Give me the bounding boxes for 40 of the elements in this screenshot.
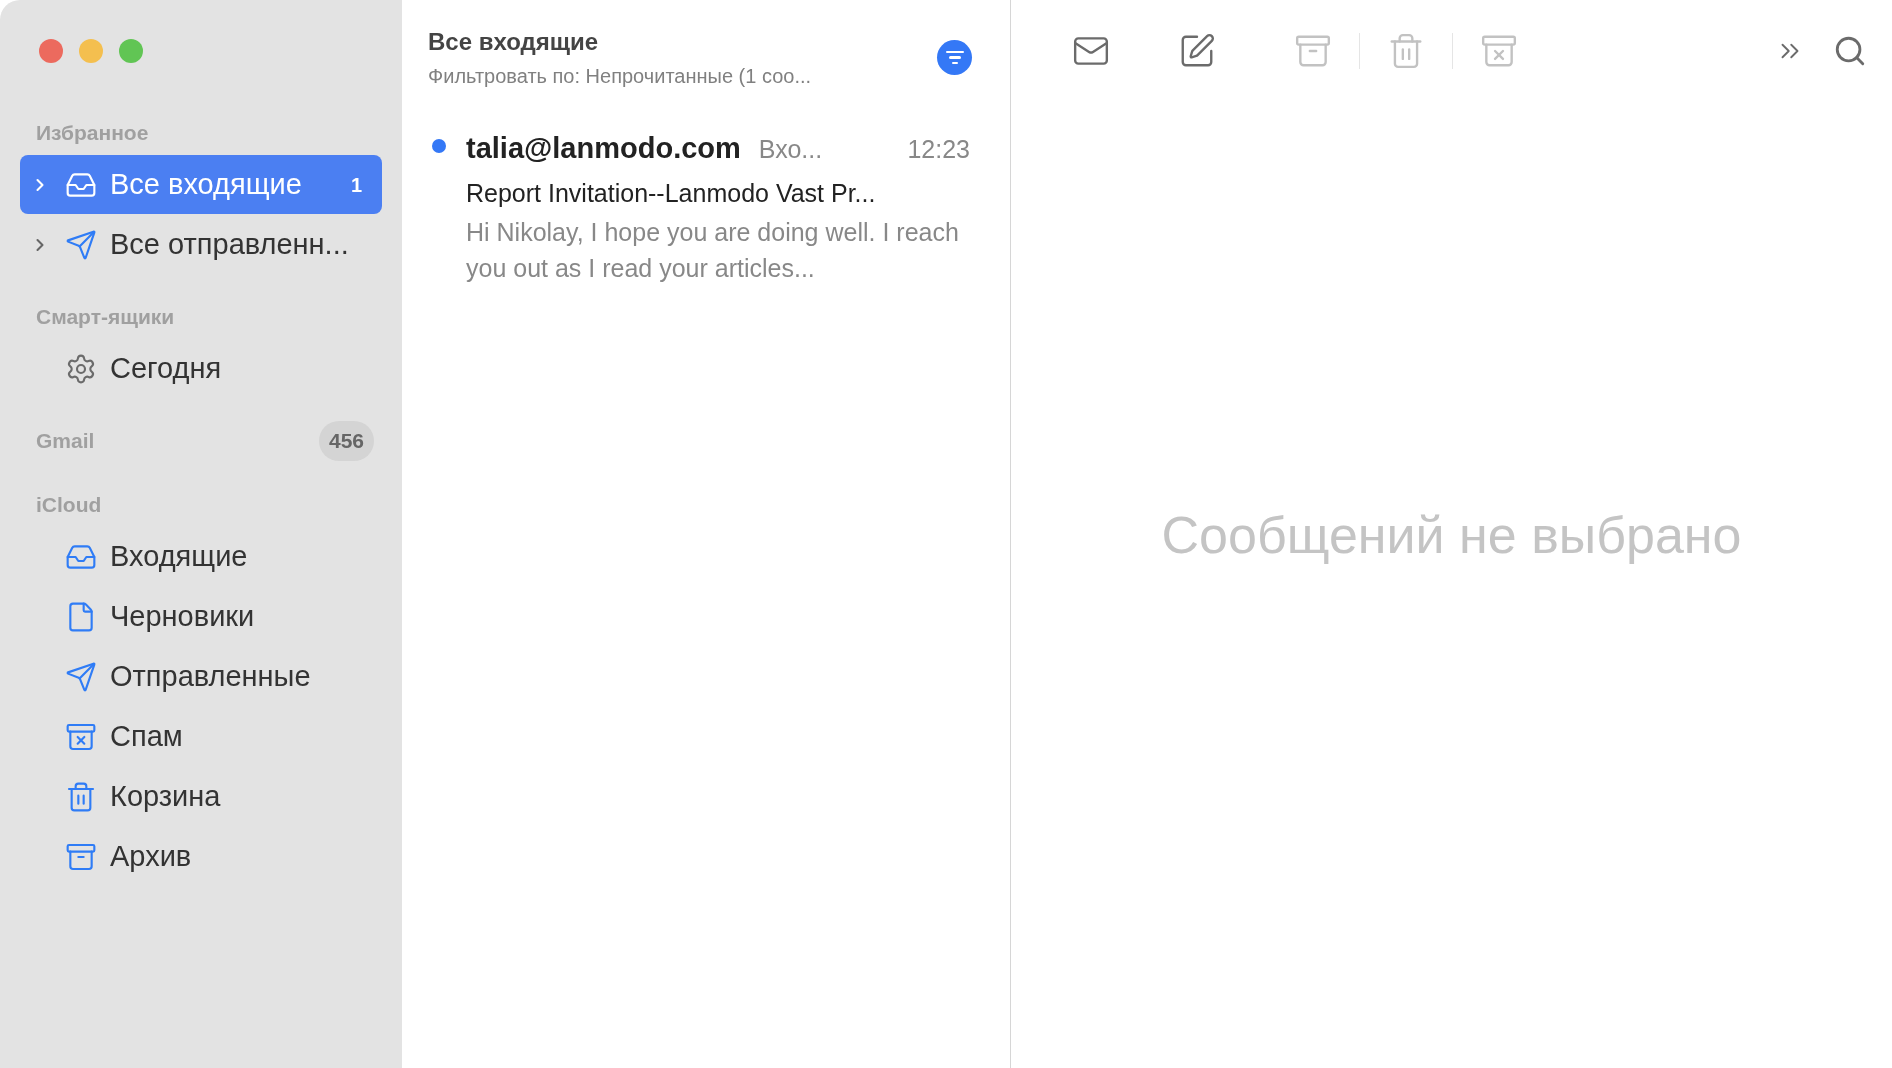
message-preview: Hi Nikolay, I hope you are doing well. I reach you out as I read your articles... [466, 217, 960, 284]
count-badge: 456 [318, 421, 374, 461]
mailbox-label: Все входящие [110, 166, 303, 202]
section-heading: Gmail [36, 428, 95, 455]
list-title: Все входящие [428, 27, 600, 57]
sidebar-item[interactable]: Корзина [20, 767, 382, 826]
unread-count: 1 [350, 172, 362, 198]
mailbox-label: Черновики [110, 598, 256, 634]
sidebar-item[interactable]: Все входящие 1 [20, 155, 382, 214]
mailbox-label: Корзина [110, 778, 222, 814]
section-heading: Смарт-ящики [36, 304, 175, 331]
section-heading: Избранное [36, 120, 149, 147]
sidebar-item[interactable]: Черновики [20, 587, 382, 646]
sender-name: talia@lanmodo.com [466, 131, 741, 166]
filter-text: Фильтровать по: Непрочитанные (1 соо... [428, 64, 813, 89]
sidebar-item[interactable]: Все отправленн... [20, 215, 382, 274]
paper-plane-icon [65, 228, 97, 261]
sidebar-item[interactable]: Сегодня [20, 339, 382, 398]
mailbox-label: Отправленные [110, 658, 312, 694]
mailbox-label: Все отправленн... [110, 226, 350, 262]
trash-icon [65, 780, 97, 813]
message-row[interactable]: talia@lanmodo.com Вхо... 12:23 Report Invitation--Lanmodo Vast Pr... Hi Nikolay, I hope you are doing well. I reach you out as I read your articles... [402, 91, 1010, 286]
gear-icon [65, 352, 97, 385]
sidebar-item[interactable]: Спам [20, 707, 382, 766]
mailbox-label: Сегодня [110, 350, 223, 386]
message-time: 12:23 [907, 134, 970, 165]
empty-state-text: Сообщений не выбрано [1161, 505, 1742, 566]
paper-plane-icon [65, 660, 97, 693]
sidebar-item[interactable]: Отправленные [20, 647, 382, 706]
message-subject: Report Invitation--Lanmodo Vast Pr... [466, 177, 877, 209]
sidebar-item[interactable]: Архив [20, 827, 382, 886]
mailbox-label: Архив [110, 838, 193, 874]
section-heading: iCloud [36, 492, 102, 519]
mailbox-name: Вхо... [758, 134, 823, 165]
mailbox-label: Спам [110, 718, 184, 754]
mailbox-label: Входящие [110, 538, 249, 574]
window-control-button[interactable] [39, 39, 63, 63]
filter-button[interactable] [937, 40, 972, 75]
search-icon [1833, 34, 1867, 68]
sidebar-item[interactable]: Входящие [20, 527, 382, 586]
